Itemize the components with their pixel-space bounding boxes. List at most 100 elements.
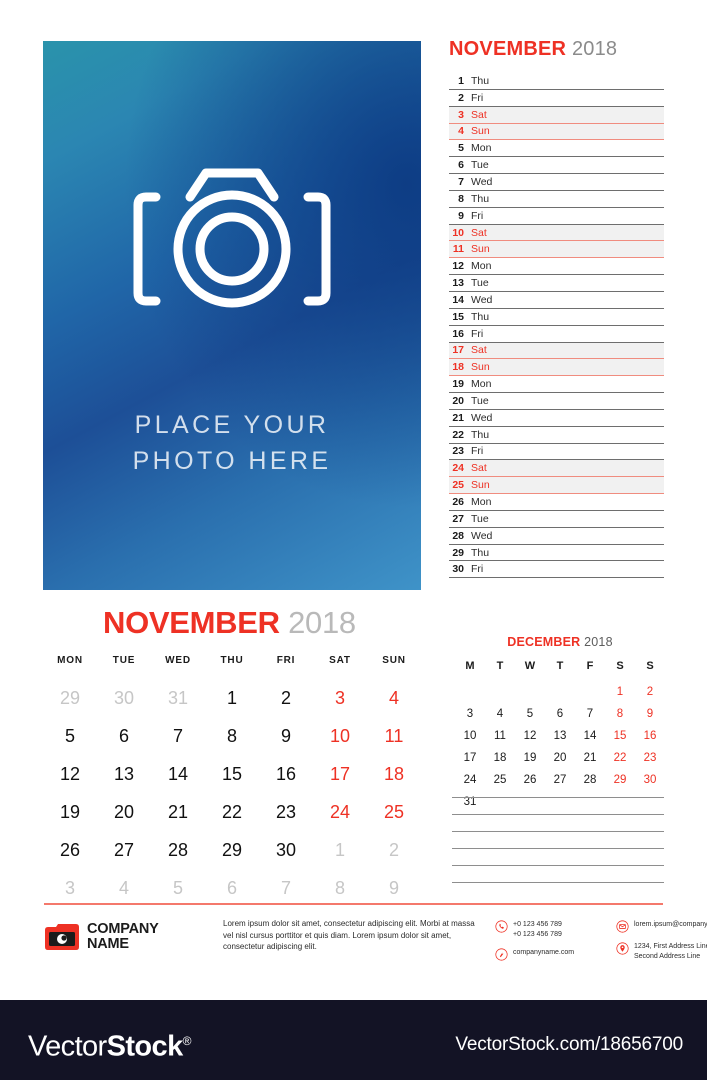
mini-calendar-day-cell[interactable]: 4 [485, 703, 515, 725]
day-list-row[interactable]: 27 Tue [449, 511, 664, 528]
note-line[interactable] [452, 865, 664, 866]
month-grid-day-cell[interactable]: 5 [43, 717, 97, 755]
day-list-row[interactable]: 14 Wed [449, 292, 664, 309]
note-line[interactable] [452, 814, 664, 815]
contact-item[interactable]: companyname.com [495, 948, 574, 961]
mini-calendar-day-cell[interactable]: 16 [635, 725, 665, 747]
month-grid-day-cell[interactable]: 6 [97, 717, 151, 755]
mini-calendar-day-cell[interactable]: 7 [575, 703, 605, 725]
mini-calendar-day-cell[interactable]: 14 [575, 725, 605, 747]
mini-calendar-day-cell[interactable]: 13 [545, 725, 575, 747]
mini-calendar-day-cell[interactable]: 24 [455, 769, 485, 791]
month-grid-day-cell[interactable]: 4 [367, 679, 421, 717]
day-list-row[interactable]: 11 Sun [449, 241, 664, 259]
month-grid-day-cell[interactable]: 17 [313, 755, 367, 793]
mini-calendar-day-cell[interactable]: 18 [485, 747, 515, 769]
day-list-row[interactable]: 7 Wed [449, 174, 664, 191]
contact-item[interactable]: 1234, First Address Line Second Address … [616, 942, 707, 961]
mini-calendar-day-cell[interactable]: 23 [635, 747, 665, 769]
month-grid-day-cell[interactable]: 13 [97, 755, 151, 793]
day-list-row[interactable]: 10 Sat [449, 224, 664, 242]
note-line[interactable] [452, 831, 664, 832]
month-grid-day-cell[interactable]: 10 [313, 717, 367, 755]
mini-calendar-day-cell[interactable] [485, 681, 515, 703]
mini-calendar-day-cell[interactable] [515, 681, 545, 703]
mini-calendar-day-cell[interactable]: 20 [545, 747, 575, 769]
day-list-row[interactable]: 20 Tue [449, 393, 664, 410]
month-grid-day-cell[interactable]: 24 [313, 793, 367, 831]
month-grid-day-cell[interactable]: 19 [43, 793, 97, 831]
mini-calendar-day-cell[interactable]: 15 [605, 725, 635, 747]
month-grid-day-cell[interactable]: 20 [97, 793, 151, 831]
month-grid-day-cell[interactable]: 22 [205, 793, 259, 831]
mini-calendar-day-cell[interactable]: 2 [635, 681, 665, 703]
mini-calendar-day-cell[interactable]: 5 [515, 703, 545, 725]
mini-calendar-day-cell[interactable]: 27 [545, 769, 575, 791]
day-list-row[interactable]: 25 Sun [449, 477, 664, 495]
mini-calendar-day-cell[interactable]: 19 [515, 747, 545, 769]
day-list-row[interactable]: 5 Mon [449, 140, 664, 158]
mini-calendar-day-cell[interactable]: 17 [455, 747, 485, 769]
month-grid-day-cell[interactable]: 27 [97, 831, 151, 869]
month-grid-day-cell[interactable]: 1 [313, 831, 367, 869]
day-list-row[interactable]: 30 Fri [449, 561, 664, 579]
month-grid-day-cell[interactable]: 4 [97, 869, 151, 907]
mini-calendar-day-cell[interactable]: 22 [605, 747, 635, 769]
day-list-row[interactable]: 21 Wed [449, 410, 664, 427]
month-grid-day-cell[interactable]: 6 [205, 869, 259, 907]
month-grid-day-cell[interactable]: 14 [151, 755, 205, 793]
day-list-row[interactable]: 15 Thu [449, 309, 664, 326]
month-grid-day-cell[interactable]: 29 [43, 679, 97, 717]
month-grid-day-cell[interactable]: 7 [259, 869, 313, 907]
day-list-row[interactable]: 22 Thu [449, 427, 664, 444]
month-grid-day-cell[interactable]: 26 [43, 831, 97, 869]
mini-calendar-day-cell[interactable]: 11 [485, 725, 515, 747]
mini-calendar-day-cell[interactable]: 10 [455, 725, 485, 747]
mini-calendar-day-cell[interactable]: 12 [515, 725, 545, 747]
month-grid-day-cell[interactable]: 15 [205, 755, 259, 793]
mini-calendar-day-cell[interactable]: 26 [515, 769, 545, 791]
mini-calendar-day-cell[interactable]: 21 [575, 747, 605, 769]
note-line[interactable] [452, 848, 664, 849]
month-grid-day-cell[interactable]: 8 [205, 717, 259, 755]
month-grid-day-cell[interactable]: 23 [259, 793, 313, 831]
day-list-row[interactable]: 16 Fri [449, 326, 664, 343]
month-grid-day-cell[interactable]: 9 [259, 717, 313, 755]
day-list-row[interactable]: 24 Sat [449, 460, 664, 478]
day-list-row[interactable]: 23 Fri [449, 444, 664, 461]
month-grid-day-cell[interactable]: 29 [205, 831, 259, 869]
month-grid-day-cell[interactable]: 3 [313, 679, 367, 717]
month-grid-day-cell[interactable]: 30 [259, 831, 313, 869]
mini-calendar-day-cell[interactable]: 8 [605, 703, 635, 725]
month-grid-day-cell[interactable]: 2 [367, 831, 421, 869]
month-grid-day-cell[interactable]: 28 [151, 831, 205, 869]
month-grid-day-cell[interactable]: 31 [151, 679, 205, 717]
mini-calendar-day-cell[interactable]: 1 [605, 681, 635, 703]
month-grid-day-cell[interactable]: 3 [43, 869, 97, 907]
mini-calendar-day-cell[interactable]: 30 [635, 769, 665, 791]
month-grid-day-cell[interactable]: 30 [97, 679, 151, 717]
day-list-row[interactable]: 12 Mon [449, 258, 664, 276]
day-list-row[interactable]: 8 Thu [449, 191, 664, 208]
day-list-row[interactable]: 2 Fri [449, 90, 664, 107]
month-grid-day-cell[interactable]: 8 [313, 869, 367, 907]
month-grid-day-cell[interactable]: 9 [367, 869, 421, 907]
day-list-row[interactable]: 6 Tue [449, 157, 664, 175]
day-list-row[interactable]: 19 Mon [449, 376, 664, 394]
month-grid-day-cell[interactable]: 12 [43, 755, 97, 793]
month-grid-day-cell[interactable]: 1 [205, 679, 259, 717]
month-grid-day-cell[interactable]: 7 [151, 717, 205, 755]
contact-item[interactable]: +0 123 456 789 +0 123 456 789 [495, 920, 574, 939]
day-list-row[interactable]: 28 Wed [449, 528, 664, 545]
day-list-row[interactable]: 29 Thu [449, 545, 664, 562]
day-list-row[interactable]: 26 Mon [449, 494, 664, 511]
month-grid-day-cell[interactable]: 11 [367, 717, 421, 755]
day-list-row[interactable]: 13 Tue [449, 275, 664, 292]
day-list-row[interactable]: 17 Sat [449, 342, 664, 360]
month-grid-day-cell[interactable]: 16 [259, 755, 313, 793]
month-grid-day-cell[interactable]: 18 [367, 755, 421, 793]
mini-calendar-day-cell[interactable]: 3 [455, 703, 485, 725]
mini-calendar-day-cell[interactable] [575, 681, 605, 703]
day-list-row[interactable]: 3 Sat [449, 106, 664, 124]
mini-calendar-day-cell[interactable] [455, 681, 485, 703]
